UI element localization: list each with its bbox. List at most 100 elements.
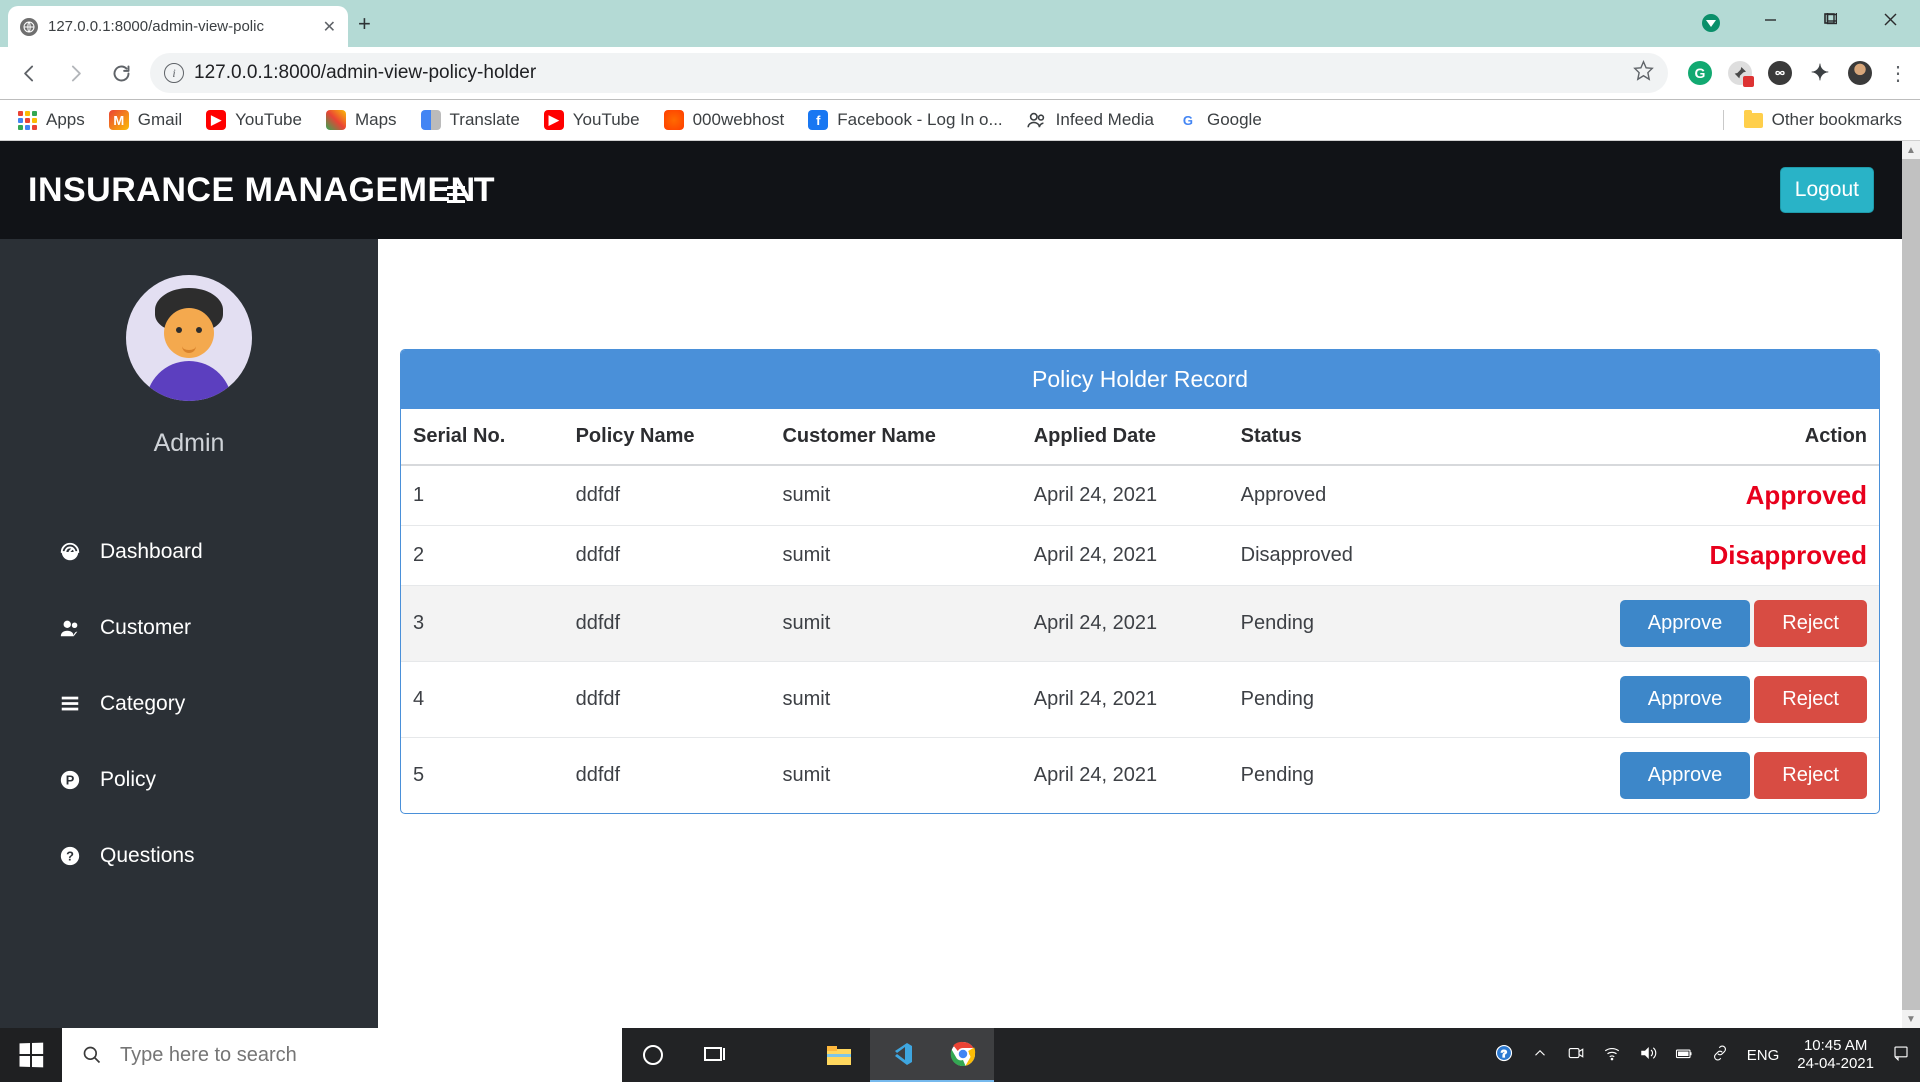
tray-battery-icon[interactable]	[1675, 1044, 1693, 1066]
extension-pin-icon[interactable]	[1728, 61, 1752, 85]
tray-notifications-icon[interactable]	[1892, 1044, 1910, 1066]
windows-taskbar: ? ENG 10:45 AM 24-04-2021	[0, 1028, 1920, 1082]
tab-badge-icon[interactable]	[1702, 14, 1720, 32]
nav-back-button[interactable]	[12, 56, 46, 90]
col-customer: Customer Name	[770, 409, 1021, 465]
bookmark-infeed-media[interactable]: Infeed Media	[1027, 110, 1154, 130]
bookmark-label: YouTube	[235, 110, 302, 130]
brand-title-suffix: T	[474, 171, 495, 210]
cell-customer: sumit	[770, 465, 1021, 526]
bookmark-youtube[interactable]: ▶YouTube	[206, 110, 302, 130]
cell-status: Pending	[1229, 662, 1525, 738]
chrome-menu-button[interactable]: ⋮	[1888, 61, 1908, 86]
tray-wifi-icon[interactable]	[1603, 1044, 1621, 1066]
task-file-explorer[interactable]	[808, 1028, 870, 1082]
tray-volume-icon[interactable]	[1639, 1044, 1657, 1066]
bookmark-maps[interactable]: Maps	[326, 110, 397, 130]
bookmark-google[interactable]: GGoogle	[1178, 110, 1262, 130]
bookmark-gmail[interactable]: MGmail	[109, 110, 182, 130]
search-icon	[82, 1045, 102, 1065]
start-button[interactable]	[0, 1028, 62, 1082]
url-input[interactable]: i 127.0.0.1:8000/admin-view-policy-holde…	[150, 53, 1668, 93]
reject-button[interactable]: Reject	[1754, 600, 1867, 647]
bookmark-apps[interactable]: Apps	[18, 110, 85, 130]
system-tray: ? ENG 10:45 AM 24-04-2021	[1495, 1037, 1920, 1073]
scroll-down-icon[interactable]: ▼	[1906, 1010, 1916, 1028]
col-action: Action	[1524, 409, 1879, 465]
apps-grid-icon	[18, 111, 37, 130]
cell-status: Disapproved	[1229, 526, 1525, 586]
tray-clock[interactable]: 10:45 AM 24-04-2021	[1797, 1037, 1874, 1073]
approve-button[interactable]: Approve	[1620, 600, 1751, 647]
nav-forward-button[interactable]	[58, 56, 92, 90]
windows-logo-icon	[20, 1043, 44, 1068]
reject-button[interactable]: Reject	[1754, 752, 1867, 799]
bookmark-000webhost[interactable]: 000webhost	[664, 110, 785, 130]
taskbar-search[interactable]	[62, 1028, 622, 1082]
bookmarks-bar: Apps MGmail ▶YouTube Maps Translate ▶You…	[0, 100, 1920, 141]
sidebar-item-questions[interactable]: ? Questions	[0, 818, 378, 894]
main-content: Policy Holder Record Serial No. Policy N…	[378, 239, 1902, 1028]
cell-policy: ddfdf	[564, 738, 771, 814]
policy-icon: P	[58, 769, 82, 791]
nav-reload-button[interactable]	[104, 56, 138, 90]
gmail-icon: M	[109, 110, 129, 130]
tray-meet-now-icon[interactable]	[1567, 1044, 1585, 1066]
policy-holder-panel: Policy Holder Record Serial No. Policy N…	[400, 349, 1880, 814]
list-icon	[58, 693, 82, 715]
extensions-puzzle-icon[interactable]: ✦	[1808, 61, 1832, 85]
window-maximize-button[interactable]	[1800, 0, 1860, 38]
taskbar-search-input[interactable]	[118, 1043, 602, 1068]
sidebar-item-customer[interactable]: Customer	[0, 590, 378, 666]
bookmark-label: YouTube	[573, 110, 640, 130]
sidebar-item-policy[interactable]: P Policy	[0, 742, 378, 818]
browser-address-bar: i 127.0.0.1:8000/admin-view-policy-holde…	[0, 47, 1920, 100]
tray-link-icon[interactable]	[1711, 1044, 1729, 1066]
approve-button[interactable]: Approve	[1620, 752, 1751, 799]
tray-language[interactable]: ENG	[1747, 1047, 1780, 1064]
close-tab-icon[interactable]: ✕	[323, 17, 336, 37]
bookmark-translate[interactable]: Translate	[421, 110, 520, 130]
tab-title: 127.0.0.1:8000/admin-view-polic	[48, 18, 313, 35]
action-approved-label: Approved	[1524, 465, 1879, 526]
bookmark-youtube-2[interactable]: ▶YouTube	[544, 110, 640, 130]
svg-text:?: ?	[1501, 1048, 1507, 1060]
site-info-icon[interactable]: i	[164, 63, 184, 83]
sidebar-item-category[interactable]: Category	[0, 666, 378, 742]
cell-serial: 2	[401, 526, 564, 586]
approve-button[interactable]: Approve	[1620, 676, 1751, 723]
cell-status: Approved	[1229, 465, 1525, 526]
tray-chevron-up-icon[interactable]	[1531, 1044, 1549, 1066]
vertical-scrollbar[interactable]: ▲ ▼	[1902, 141, 1920, 1028]
bookmark-star-icon[interactable]	[1633, 60, 1654, 86]
profile-avatar-icon[interactable]	[1848, 61, 1872, 85]
task-vscode[interactable]	[870, 1028, 932, 1082]
extension-grammarly-icon[interactable]: G	[1688, 61, 1712, 85]
table-row: 3ddfdfsumitApril 24, 2021PendingApproveR…	[401, 586, 1879, 662]
sidebar-item-label: Questions	[100, 844, 195, 868]
task-chrome[interactable]	[932, 1028, 994, 1082]
scroll-thumb[interactable]	[1902, 159, 1920, 1010]
cell-applied: April 24, 2021	[1022, 526, 1229, 586]
bookmark-facebook[interactable]: fFacebook - Log In o...	[808, 110, 1002, 130]
window-minimize-button[interactable]	[1740, 0, 1800, 38]
sidebar-item-label: Customer	[100, 616, 191, 640]
scroll-up-icon[interactable]: ▲	[1906, 141, 1916, 159]
sidebar-item-dashboard[interactable]: Dashboard	[0, 514, 378, 590]
policy-holder-table: Serial No. Policy Name Customer Name App…	[401, 409, 1879, 813]
task-app-blank[interactable]	[746, 1028, 808, 1082]
extension-infinity-icon[interactable]	[1768, 61, 1792, 85]
task-cortana-icon[interactable]	[622, 1028, 684, 1082]
reject-button[interactable]: Reject	[1754, 676, 1867, 723]
new-tab-button[interactable]: +	[358, 11, 371, 37]
table-row: 1ddfdfsumitApril 24, 2021ApprovedApprove…	[401, 465, 1879, 526]
other-bookmarks[interactable]: Other bookmarks	[1723, 110, 1902, 130]
cell-serial: 3	[401, 586, 564, 662]
task-taskview-icon[interactable]	[684, 1028, 746, 1082]
browser-tab[interactable]: 127.0.0.1:8000/admin-view-polic ✕	[8, 6, 348, 47]
tray-help-icon[interactable]: ?	[1495, 1044, 1513, 1066]
dashboard-icon	[58, 541, 82, 563]
window-close-button[interactable]	[1860, 0, 1920, 38]
logout-button[interactable]: Logout	[1780, 167, 1874, 213]
hamburger-menu-icon[interactable]	[447, 186, 465, 203]
